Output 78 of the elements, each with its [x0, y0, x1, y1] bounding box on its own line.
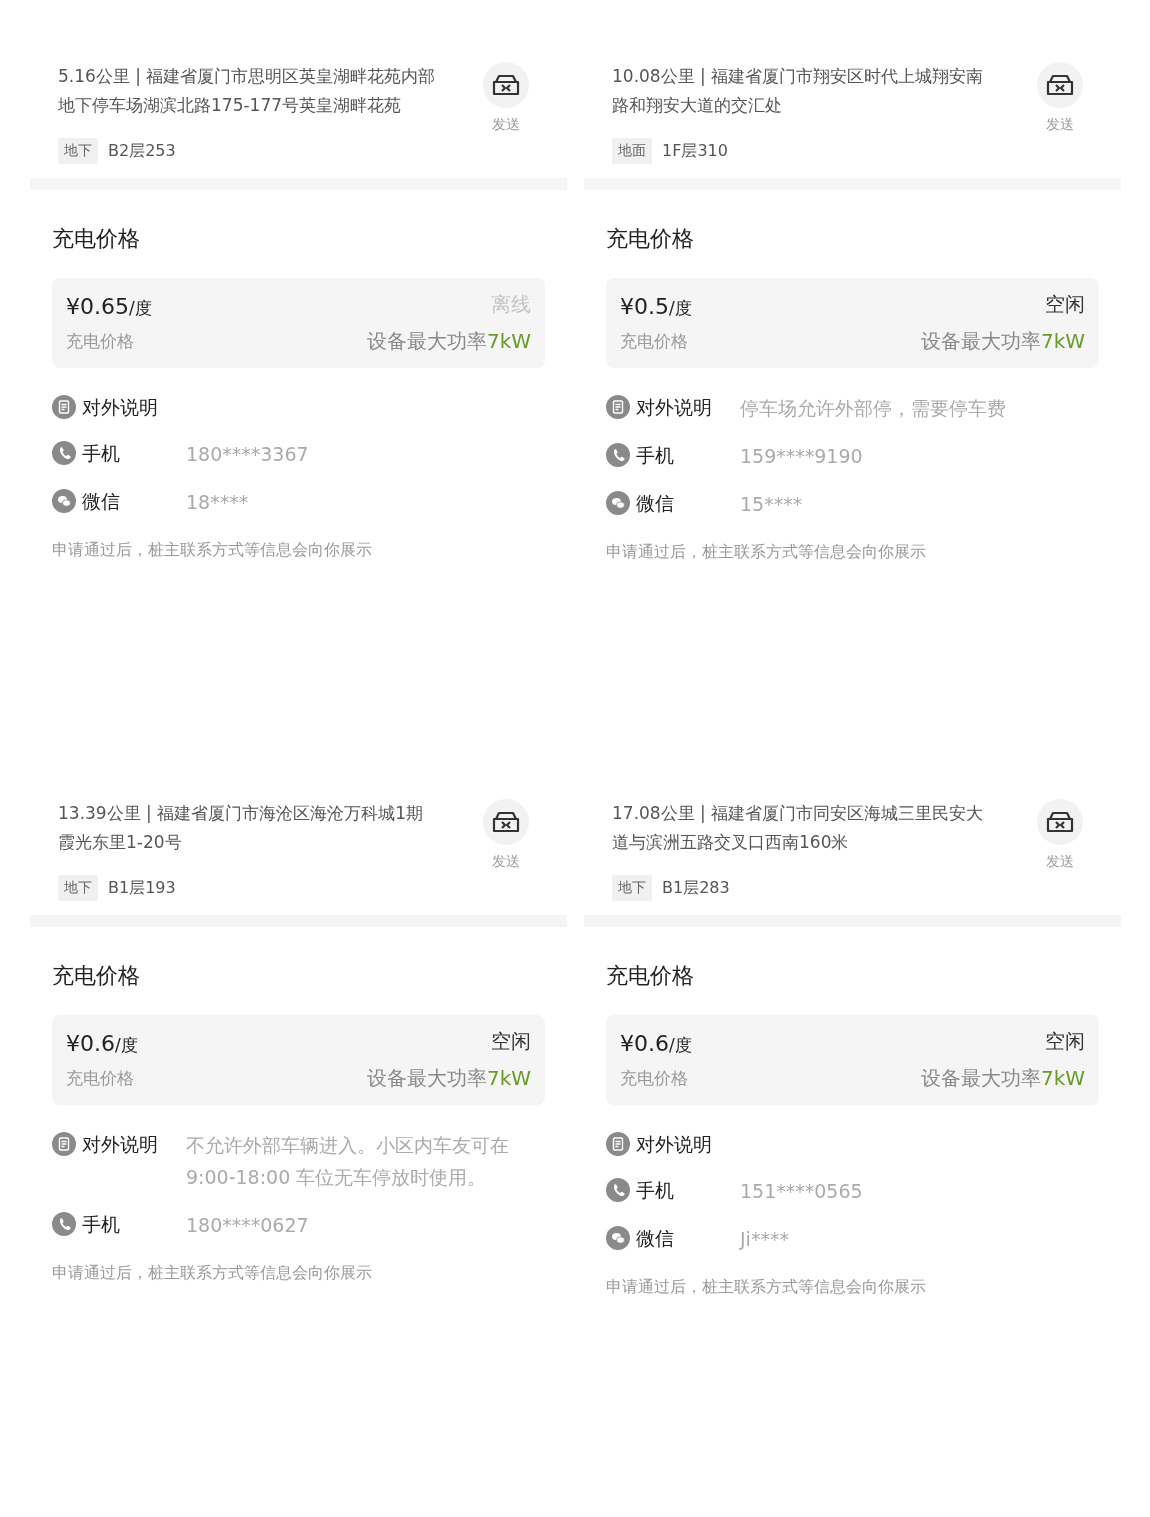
- price-text: ¥0.6/度: [66, 1030, 138, 1057]
- price-label: 充电价格: [620, 329, 688, 353]
- section-title: 充电价格: [52, 962, 141, 990]
- address-text: 17.08公里 | 福建省厦门市同安区海城三里民安大道与滨洲五路交叉口西南160米: [612, 802, 985, 854]
- price-label: 充电价格: [620, 1066, 688, 1090]
- phone-icon: [52, 1212, 76, 1236]
- section-title: 充电价格: [52, 225, 141, 253]
- send-car-button[interactable]: [1037, 799, 1083, 845]
- info-value: 159****9190: [740, 444, 864, 469]
- parking-spot: B1层193: [108, 877, 176, 899]
- document-icon: [606, 1132, 630, 1156]
- max-power-text: 设备最大功率7kW: [920, 1065, 1085, 1092]
- max-power-text: 设备最大功率7kW: [366, 1065, 531, 1092]
- car-icon: [1045, 72, 1075, 98]
- chat-bubbles-icon: [606, 1226, 630, 1250]
- contact-notice: 申请通过后，桩主联系方式等信息会向你展示: [52, 540, 373, 561]
- chat-bubbles-icon: [52, 489, 76, 513]
- info-value: Ji****: [740, 1227, 790, 1252]
- chat-bubbles-icon: [606, 491, 630, 515]
- send-car-button[interactable]: [483, 62, 529, 108]
- price-text: ¥0.6/度: [620, 1030, 692, 1057]
- contact-notice: 申请通过后，桩主联系方式等信息会向你展示: [52, 1263, 373, 1284]
- address-text: 13.39公里 | 福建省厦门市海沧区海沧万科城1期霞光东里1-20号: [58, 802, 425, 854]
- info-value: 停车场允许外部停，需要停车费: [740, 396, 1007, 421]
- info-value: 18****: [186, 490, 250, 515]
- document-icon: [52, 1132, 76, 1156]
- phone-icon: [606, 443, 630, 467]
- car-icon: [491, 72, 521, 98]
- document-icon: [606, 395, 630, 419]
- info-label: 对外说明: [636, 1132, 712, 1157]
- send-label: 发送: [492, 116, 520, 134]
- info-label: 微信: [82, 489, 120, 514]
- status-text: 空闲: [1045, 291, 1085, 318]
- info-value: 180****3367: [186, 442, 310, 467]
- parking-spot: B1层283: [662, 877, 730, 899]
- max-power-text: 设备最大功率7kW: [366, 328, 531, 355]
- send-label: 发送: [1046, 116, 1074, 134]
- car-icon: [491, 809, 521, 835]
- contact-notice: 申请通过后，桩主联系方式等信息会向你展示: [606, 1277, 927, 1298]
- contact-notice: 申请通过后，桩主联系方式等信息会向你展示: [606, 542, 927, 563]
- address-text: 10.08公里 | 福建省厦门市翔安区时代上城翔安南路和翔安大道的交汇处: [612, 65, 985, 117]
- send-label: 发送: [1046, 853, 1074, 871]
- send-car-button[interactable]: [483, 799, 529, 845]
- price-label: 充电价格: [66, 329, 134, 353]
- price-text: ¥0.65/度: [66, 293, 152, 320]
- info-label: 对外说明: [636, 395, 712, 420]
- info-value: 15****: [740, 492, 804, 517]
- info-label: 对外说明: [82, 395, 158, 420]
- send-car-button[interactable]: [1037, 62, 1083, 108]
- status-text: 空闲: [491, 1028, 531, 1055]
- info-value: 151****0565: [740, 1179, 864, 1204]
- info-label: 对外说明: [82, 1132, 158, 1157]
- address-text: 5.16公里 | 福建省厦门市思明区英皇湖畔花苑内部地下停车场湖滨北路175-177号英皇湖畔花苑: [58, 65, 437, 117]
- info-label: 手机: [82, 441, 120, 466]
- document-icon: [52, 395, 76, 419]
- info-label: 手机: [636, 1178, 674, 1203]
- max-power-text: 设备最大功率7kW: [920, 328, 1085, 355]
- info-value: 180****0627: [186, 1213, 310, 1238]
- phone-icon: [52, 441, 76, 465]
- info-label: 微信: [636, 1226, 674, 1251]
- section-title: 充电价格: [606, 225, 695, 253]
- car-icon: [1045, 809, 1075, 835]
- info-value: 不允许外部车辆进入。小区内车友可在9:00-18:00 车位无车停放时使用。: [186, 1133, 510, 1190]
- phone-icon: [606, 1178, 630, 1202]
- info-label: 微信: [636, 491, 674, 516]
- price-label: 充电价格: [66, 1066, 134, 1090]
- floor-tag: 地面: [612, 138, 652, 164]
- section-title: 充电价格: [606, 962, 695, 990]
- floor-tag: 地下: [58, 138, 98, 164]
- floor-tag: 地下: [612, 875, 652, 901]
- send-label: 发送: [492, 853, 520, 871]
- info-label: 手机: [82, 1212, 120, 1237]
- info-label: 手机: [636, 443, 674, 468]
- status-text: 空闲: [1045, 1028, 1085, 1055]
- price-text: ¥0.5/度: [620, 293, 692, 320]
- parking-spot: B2层253: [108, 140, 176, 162]
- parking-spot: 1F层310: [662, 140, 728, 162]
- floor-tag: 地下: [58, 875, 98, 901]
